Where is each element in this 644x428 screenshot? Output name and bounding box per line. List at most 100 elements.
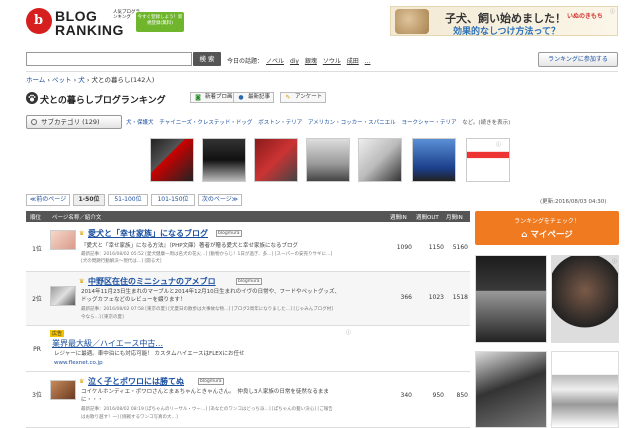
topic-links: ノベル diy 銀塊 ソウル 成田 ... (266, 56, 374, 65)
blog-thumbnail[interactable] (50, 380, 76, 400)
col-name: ページ名称／紹介文 (52, 215, 102, 221)
ad-image[interactable] (475, 351, 547, 428)
banner-ad-strip[interactable] (150, 138, 510, 184)
next-page-link[interactable]: 次のページ≫ (198, 194, 242, 206)
breadcrumb: ホーム › ペット › 犬 › 犬との暮らし(142人) (26, 76, 155, 84)
ad-image[interactable] (475, 255, 547, 343)
subcategory-more[interactable]: など。(続きを表示) (462, 120, 510, 126)
subcategory-link[interactable]: チャイニーズ・クレステッド・ドッグ (159, 120, 252, 126)
blogmura-badge[interactable]: blogmura (216, 230, 242, 237)
ad-image[interactable] (202, 138, 246, 182)
blog-title-link[interactable]: 愛犬と「幸せ家族」になるブログ (88, 228, 208, 239)
new-posts-button[interactable]: ◙ 新着ブロ画 (190, 92, 237, 103)
ad-image[interactable] (254, 138, 298, 182)
monthly-in-cell: 1518 (452, 294, 468, 301)
blog-title-link[interactable]: 中野区在住のミニシュナのアメブロ (88, 276, 216, 287)
latest-articles-button[interactable]: ● 最新記事 (233, 92, 275, 103)
topic-link[interactable]: diy (290, 58, 299, 65)
blog-description: 『愛犬と「幸せ家族」になる方法』（PHP文庫）著者が贈る愛犬と幸せ家族になるブロ… (81, 243, 299, 249)
ad-subline: 効果的なしつけ方法って？ (453, 27, 561, 37)
rank-cell: 1位 (32, 246, 42, 253)
search-button[interactable]: 検 索 (193, 52, 221, 66)
ad-image[interactable] (466, 138, 510, 182)
monthly-in-cell: 5160 (452, 244, 468, 251)
camera-icon: ◙ (195, 94, 201, 101)
updated-timestamp: (更新:2016/08/03 04:30) (540, 199, 607, 205)
topic-link[interactable]: 銀塊 (305, 58, 317, 65)
weekly-out-cell: 1023 (428, 294, 444, 301)
ad-title-link[interactable]: 業界最大級／ハイエース中古... (52, 338, 163, 349)
survey-icon: ✎ (285, 94, 291, 101)
join-ranking-button[interactable]: ランキングに参加する (538, 52, 618, 67)
blog-title-link[interactable]: 泣く子とポワロには勝てぬ (88, 376, 184, 387)
chevron-icon (31, 119, 37, 125)
mypage-label: ⌂ マイページ (521, 230, 573, 240)
table-row: 1位 ♛ 愛犬と「幸せ家族」になるブログ blogmura 『愛犬と「幸せ家族」… (26, 222, 470, 272)
ad-image[interactable] (306, 138, 350, 182)
top-banner-ad[interactable]: 子犬、飼い始めました！ 効果的なしつけ方法って？ いぬのきもち ⓘ (390, 6, 618, 37)
pr-ad-row[interactable]: PR 広告 業界最大級／ハイエース中古... レジャーに最適。車中泊にも対応可能… (26, 326, 470, 372)
breadcrumb-home[interactable]: ホーム (26, 76, 45, 84)
breadcrumb-dog[interactable]: 犬 (78, 76, 85, 84)
survey-button[interactable]: ✎ アンケート (280, 92, 327, 103)
paw-icon (26, 92, 38, 104)
topic-link[interactable]: 成田 (347, 58, 359, 65)
logo-mark-icon: b (26, 8, 52, 34)
register-badge[interactable]: 今すぐ登録しよう！新規登録(無料) (136, 12, 184, 32)
ad-info-icon[interactable]: ⓘ (612, 258, 617, 265)
ad-image[interactable] (358, 138, 402, 182)
latest-articles[interactable]: はお散り越す！一] [挑戦するワンコ写真の大…] (81, 414, 178, 421)
ad-image[interactable] (150, 138, 194, 182)
site-logo[interactable]: b BLOG RANKING 人気ブログランキング (26, 6, 140, 38)
blogmura-badge[interactable]: blogmura (236, 278, 262, 285)
latest-articles[interactable]: 最新記事：2016/08/02 08:19 [ぽちゃんのリーサル・ウー…] [あ… (81, 406, 333, 413)
rank-cell: 2位 (32, 296, 42, 303)
ad-tag: 広告 (50, 330, 65, 337)
page-link-current[interactable]: 1-50位 (73, 194, 105, 206)
blog-description: コイケルホンディエ・ポワロさんとまぁちゃんときゃんさん。 仲良し3人家族の日常を… (81, 389, 329, 395)
mypage-button[interactable]: ランキングをチェック！ ⌂ マイページ (475, 211, 619, 245)
topic-more-link[interactable]: ... (365, 58, 371, 65)
latest-articles[interactable]: 今なら…] [東京の夏] (81, 314, 124, 321)
search-input[interactable] (26, 52, 192, 66)
sidebar-ad[interactable] (475, 255, 619, 428)
latest-articles[interactable]: [犬の問題行動解決〜現代は…] [闘る犬] (81, 258, 161, 265)
subcategory-link[interactable]: ボストン・テリア (258, 120, 302, 126)
blog-thumbnail[interactable] (50, 230, 76, 250)
col-weekly-out: 週間OUT (416, 215, 439, 221)
weekly-in-cell: 340 (400, 392, 412, 399)
ad-url[interactable]: www.flexnet.co.jp (54, 359, 103, 367)
blog-description: に・・・ (81, 397, 104, 403)
ad-info-icon[interactable]: ⓘ (346, 329, 351, 336)
weekly-out-cell: 950 (432, 392, 444, 399)
latest-articles[interactable]: 最新記事：2016/08/02 05:52 [愛犬健康一周は名犬の花火…] [動… (81, 251, 332, 258)
ad-image[interactable] (551, 255, 619, 343)
blog-thumbnail[interactable] (50, 286, 76, 306)
ad-image[interactable] (551, 351, 619, 428)
page-link[interactable]: 51-100位 (108, 194, 148, 206)
col-weekly-in: 週間IN (390, 215, 407, 221)
weekly-out-cell: 1150 (428, 244, 444, 251)
breadcrumb-count: (142人) (130, 76, 155, 84)
subcategory-link[interactable]: 犬・保護犬 (126, 120, 154, 126)
ad-info-icon[interactable]: ⓘ (610, 8, 615, 15)
topic-link[interactable]: ノベル (266, 58, 284, 65)
prev-page-link[interactable]: ≪前のページ (26, 194, 70, 206)
subcategory-link[interactable]: ヨークシャー・テリア (401, 120, 456, 126)
page-link[interactable]: 101-150位 (151, 194, 195, 206)
topic-link[interactable]: ソウル (323, 58, 341, 65)
ranking-check-label: ランキングをチェック！ (514, 218, 580, 225)
blogmura-badge[interactable]: blogmura (198, 378, 224, 385)
breadcrumb-pet[interactable]: ペット (52, 76, 72, 84)
weekly-in-cell: 366 (400, 294, 412, 301)
ranking-table-header: 順位 ページ名称／紹介文 週間IN 週間OUT 月間IN (26, 211, 470, 222)
monthly-in-cell: 850 (456, 392, 468, 399)
divider (26, 71, 618, 72)
ad-info-icon[interactable]: ⓘ (496, 141, 501, 148)
ad-image[interactable] (412, 138, 456, 182)
rank-cell: 3位 (32, 392, 42, 399)
table-row: 3位 ♛ 泣く子とポワロには勝てぬ blogmura コイケルホンディエ・ポワロ… (26, 372, 470, 428)
subcategory-button[interactable]: サブカテゴリ (129) (26, 115, 122, 129)
subcategory-link[interactable]: アメリカン・コッカー・スパニエル (308, 120, 396, 126)
latest-articles[interactable]: 最新記事：2016/08/02 07:58 [東京の夏] [元夏日の散歩は大事故… (81, 306, 333, 313)
